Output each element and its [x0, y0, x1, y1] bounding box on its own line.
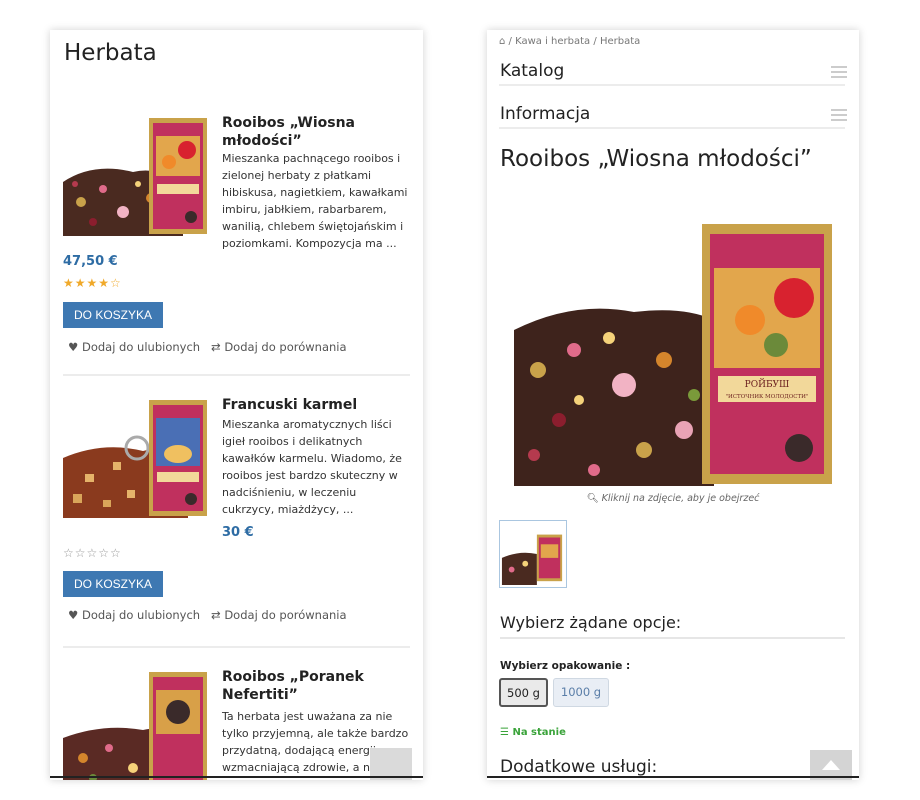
product-title[interactable]: Rooibos „Wiosna młodości” [222, 114, 410, 150]
product-card: Rooibos „Poranek Nefertiti” Ta herbata j… [63, 668, 410, 780]
breadcrumb-item[interactable]: Kawa i herbata [515, 36, 590, 47]
product-card: Francuski karmel Mieszanka aromatycznych… [63, 396, 410, 646]
compare-label: Dodaj do porównania [224, 340, 347, 354]
rating-stars: ☆☆☆☆☆ [63, 546, 122, 560]
wishlist-label: Dodaj do ulubionych [81, 340, 201, 354]
menu-icon [831, 109, 847, 122]
stock-label: Na stanie [512, 727, 566, 738]
compare-link[interactable]: ⇄ Dodaj do porównania [211, 608, 347, 622]
menu-icon [831, 66, 847, 79]
wishlist-label: Dodaj do ulubionych [81, 608, 201, 622]
product-image[interactable] [63, 396, 210, 518]
stock-status: ☰ Na stanie [500, 727, 566, 738]
product-image[interactable] [63, 668, 210, 780]
package-text: РОЙБУШ [745, 378, 790, 390]
compare-label: Dodaj do porównania [224, 608, 347, 622]
arrow-up-icon [822, 760, 840, 770]
product-actions: ♥ Dodaj do ulubionych ⇄ Dodaj do porówna… [68, 340, 347, 354]
compare-arrows-icon: ⇄ [211, 340, 221, 354]
packaging-option-500g[interactable]: 500 g [499, 678, 548, 707]
additional-services-heading: Dodatkowe usługi: [500, 757, 658, 777]
product-actions: ♥ Dodaj do ulubionych ⇄ Dodaj do porówna… [68, 608, 347, 622]
stock-icon: ☰ [500, 727, 509, 738]
home-icon[interactable]: ⌂ [499, 36, 505, 47]
product-main-image[interactable]: РОЙБУШ "ИСТОЧНИК МОЛОДОСТИ" [514, 220, 832, 486]
heart-icon: ♥ [68, 340, 79, 354]
magnifier-icon: 🔍︎ [586, 493, 599, 504]
breadcrumb-separator: / [508, 36, 512, 47]
accordion-divider [499, 84, 845, 86]
packaging-option-1000g[interactable]: 1000 g [553, 678, 609, 707]
product-divider [63, 646, 410, 648]
bottom-border [487, 776, 859, 778]
wishlist-link[interactable]: ♥ Dodaj do ulubionych [68, 340, 200, 354]
breadcrumb: ⌂ / Kawa i herbata / Herbata [499, 36, 640, 47]
product-detail-panel: ⌂ / Kawa i herbata / Herbata Katalog Inf… [487, 30, 859, 780]
product-card: Rooibos „Wiosna młodości” Mieszanka pach… [63, 114, 410, 364]
compare-arrows-icon: ⇄ [211, 608, 221, 622]
product-title[interactable]: Francuski karmel [222, 396, 410, 414]
product-description: Mieszanka aromatycznych liści igieł rooi… [222, 418, 402, 516]
category-panel: Herbata Rooibos „Wiosna młodości” Miesza… [50, 30, 423, 780]
bottom-border [50, 776, 423, 778]
product-divider [63, 374, 410, 376]
zoom-hint: 🔍︎ Kliknij na zdjęcie, aby je obejrzeć [487, 493, 859, 504]
breadcrumb-item[interactable]: Herbata [600, 36, 640, 47]
product-description: Mieszanka pachnącego rooibos i zielonej … [222, 152, 408, 250]
add-to-cart-button[interactable]: DO KOSZYKA [63, 302, 164, 328]
accordion-divider [499, 127, 845, 129]
thumbnail-image[interactable] [499, 520, 567, 588]
heart-icon: ♥ [68, 608, 79, 622]
zoom-hint-text: Kliknij na zdjęcie, aby je obejrzeć [601, 493, 760, 504]
product-price: 47,50 € [63, 254, 118, 269]
product-price: 30 € [222, 525, 254, 540]
packaging-label: Wybierz opakowanie : [500, 660, 631, 672]
compare-link[interactable]: ⇄ Dodaj do porównania [211, 340, 347, 354]
accordion-label: Informacja [500, 104, 591, 124]
product-image[interactable] [63, 114, 210, 236]
package-text: "ИСТОЧНИК МОЛОДОСТИ" [726, 394, 809, 400]
thumbnail-picture [500, 521, 566, 587]
product-title[interactable]: Rooibos „Poranek Nefertiti” [222, 668, 410, 704]
options-divider [500, 637, 845, 639]
wishlist-link[interactable]: ♥ Dodaj do ulubionych [68, 608, 200, 622]
add-to-cart-button[interactable]: DO KOSZYKA [63, 571, 164, 597]
breadcrumb-separator: / [593, 36, 597, 47]
product-title: Rooibos „Wiosna młodości” [500, 146, 812, 172]
options-heading: Wybierz żądane opcje: [500, 613, 682, 632]
category-heading: Herbata [64, 40, 157, 66]
accordion-label: Katalog [500, 61, 565, 81]
rating-stars: ★★★★☆ [63, 276, 122, 290]
